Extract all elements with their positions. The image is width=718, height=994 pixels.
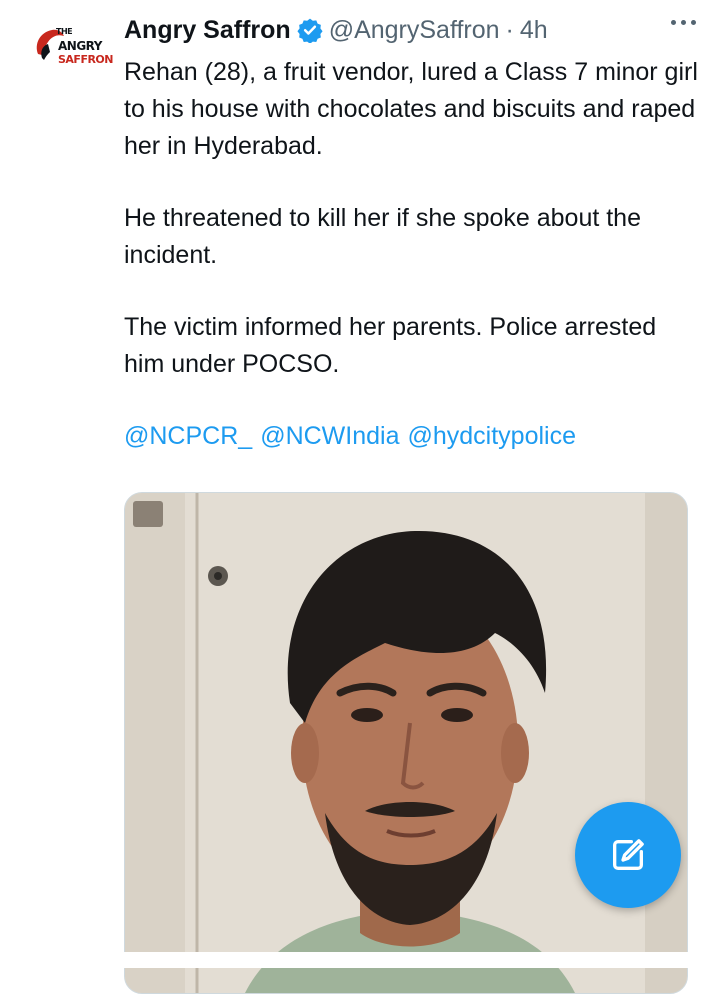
compose-button[interactable] (575, 802, 681, 908)
timestamp[interactable]: 4h (520, 16, 548, 45)
handle[interactable]: @AngrySaffron (329, 16, 500, 45)
mention-link[interactable]: @NCPCR_ (124, 422, 252, 450)
logo-word-the: THE (56, 27, 73, 36)
dot (691, 20, 696, 25)
avatar[interactable]: THE ANGRY SAFFRON (28, 18, 114, 78)
dot (671, 20, 676, 25)
photo-illustration (125, 493, 687, 993)
tweet-paragraph: The victim informed her parents. Police … (124, 313, 657, 378)
verified-badge-icon (297, 18, 323, 43)
dot (681, 20, 686, 25)
compose-icon (613, 839, 644, 870)
mention-link[interactable]: @NCWIndia (260, 422, 399, 450)
tweet-text: Rehan (28), a fruit vendor, lured a Clas… (124, 54, 699, 490)
tweet-header: Angry Saffron @AngrySaffron · 4h (124, 12, 698, 48)
tweet-paragraph: He threatened to kill her if she spoke a… (124, 204, 641, 269)
mention-link[interactable]: @hydcitypolice (407, 422, 576, 450)
logo-word-saffron: SAFFRON (58, 53, 114, 66)
mentions: @NCPCR_ @NCWIndia @hydcitypolice (124, 418, 699, 455)
separator-dot: · (505, 15, 514, 44)
bottom-bar (0, 952, 718, 968)
tweet-paragraph: Rehan (28), a fruit vendor, lured a Clas… (124, 58, 698, 160)
logo-word-angry: ANGRY (58, 39, 102, 53)
more-dots-icon[interactable] (671, 20, 696, 25)
tweet-photo[interactable] (124, 492, 688, 994)
display-name[interactable]: Angry Saffron (124, 16, 291, 45)
